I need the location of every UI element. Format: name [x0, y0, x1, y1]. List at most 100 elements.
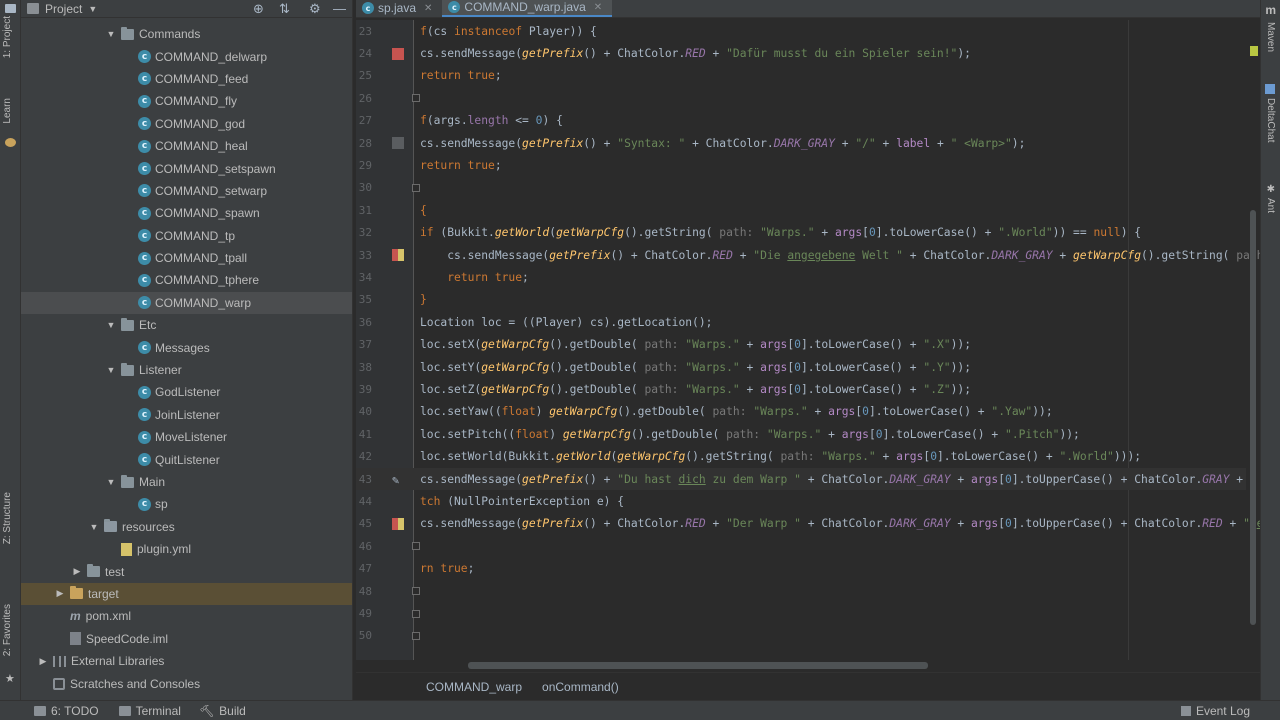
- fold-marker-icon[interactable]: [412, 94, 420, 103]
- code-line[interactable]: 33 cs.sendMessage(getPrefix() + ChatColo…: [356, 244, 1260, 266]
- ant-tool-tab[interactable]: Ant: [1265, 198, 1276, 213]
- inspection-ok-icon[interactable]: [1250, 46, 1258, 56]
- override-icon[interactable]: [392, 137, 404, 150]
- code-line[interactable]: 45 cs.sendMessage(getPrefix() + ChatColor…: [356, 513, 1260, 535]
- event-log[interactable]: Event Log: [1180, 704, 1250, 718]
- tree-item[interactable]: c Messages: [21, 336, 352, 358]
- fold-marker-icon[interactable]: [412, 183, 420, 192]
- tree-item[interactable]: ▼ Etc: [21, 314, 352, 336]
- chevron-down-icon[interactable]: ▼: [88, 4, 97, 14]
- tree-item[interactable]: c COMMAND_feed: [21, 68, 352, 90]
- todo-tool[interactable]: 6: TODO: [34, 704, 99, 718]
- code-line[interactable]: 23 f(cs instanceof Player)) {: [356, 20, 1246, 42]
- code-line[interactable]: 24 cs.sendMessage(getPrefix() + ChatColor…: [356, 42, 1246, 64]
- tree-item[interactable]: ▶ target: [21, 582, 352, 606]
- code-line[interactable]: 41 loc.setPitch((float) getWarpCfg().getD…: [356, 423, 1246, 445]
- tree-item[interactable]: c GodListener: [21, 381, 352, 403]
- intention-icon[interactable]: [392, 517, 404, 530]
- chevron-down-icon[interactable]: ▼: [105, 320, 117, 330]
- collapse-icon[interactable]: ⇅: [279, 1, 290, 17]
- tree-item[interactable]: c COMMAND_delwarp: [21, 45, 352, 67]
- tree-item[interactable]: ▼ Listener: [21, 359, 352, 381]
- intention-icon[interactable]: [392, 249, 404, 262]
- code-line[interactable]: 31 {: [356, 199, 1246, 221]
- code-line[interactable]: 36 Location loc = ((Player) cs).getLocati…: [356, 311, 1246, 333]
- tree-item[interactable]: c COMMAND_warp: [21, 291, 352, 315]
- chevron-right-icon[interactable]: ▶: [54, 588, 66, 599]
- code-line[interactable]: 48: [356, 580, 1246, 602]
- code-line[interactable]: 30: [356, 177, 1246, 199]
- code-area[interactable]: 23 f(cs instanceof Player)) {24 cs.sendMes…: [356, 20, 1260, 660]
- tab-command-warp-java[interactable]: c COMMAND_warp.java ✕: [442, 0, 613, 17]
- code-line[interactable]: 28 cs.sendMessage(getPrefix() + "Syntax: …: [356, 132, 1246, 154]
- tree-item[interactable]: SpeedCode.iml: [21, 628, 352, 650]
- chevron-right-icon[interactable]: ▶: [37, 656, 49, 667]
- breadcrumb-class[interactable]: COMMAND_warp: [426, 680, 522, 694]
- chevron-down-icon[interactable]: ▼: [105, 365, 117, 375]
- code-line[interactable]: 37 loc.setX(getWarpCfg().getDouble( path:…: [356, 334, 1246, 356]
- gear-icon[interactable]: ⚙: [309, 1, 321, 17]
- code-line[interactable]: 25 return true;: [356, 65, 1246, 87]
- tree-item[interactable]: m pom.xml: [21, 605, 352, 627]
- code-line[interactable]: 32 if (Bukkit.getWorld(getWarpCfg().getSt…: [356, 222, 1246, 244]
- tree-item[interactable]: c COMMAND_tp: [21, 225, 352, 247]
- tree-item[interactable]: c COMMAND_setspawn: [21, 157, 352, 179]
- tree-item[interactable]: c JoinListener: [21, 404, 352, 426]
- code-line[interactable]: 40 loc.setYaw((float) getWarpCfg().getDou…: [356, 401, 1246, 423]
- fold-marker-icon[interactable]: [412, 587, 420, 596]
- close-icon[interactable]: ✕: [594, 2, 602, 13]
- hide-icon[interactable]: —: [333, 1, 346, 16]
- tree-item[interactable]: c sp: [21, 493, 352, 515]
- code-line[interactable]: 38 loc.setY(getWarpCfg().getDouble( path:…: [356, 356, 1246, 378]
- chevron-down-icon[interactable]: ▼: [88, 522, 100, 532]
- fold-marker-icon[interactable]: [412, 609, 420, 618]
- tree-item[interactable]: ▼ resources: [21, 516, 352, 538]
- code-line[interactable]: 47 rn true;: [356, 558, 1246, 580]
- project-tool-tab[interactable]: 1: Project: [2, 16, 13, 58]
- favorites-tool-tab[interactable]: 2: Favorites: [2, 604, 13, 656]
- vertical-scrollbar[interactable]: [1250, 210, 1256, 625]
- terminal-tool[interactable]: Terminal: [118, 704, 181, 718]
- breadcrumb-method[interactable]: onCommand(): [542, 680, 619, 694]
- deltachat-tool-tab[interactable]: DeltaChat: [1265, 98, 1276, 142]
- code-line[interactable]: 39 loc.setZ(getWarpCfg().getDouble( path:…: [356, 378, 1246, 400]
- tree-item[interactable]: Scratches and Consoles: [21, 672, 352, 694]
- code-line[interactable]: 34 return true;: [356, 266, 1246, 288]
- maven-tool-tab[interactable]: Maven: [1265, 22, 1276, 52]
- locate-icon[interactable]: ⊕: [253, 1, 264, 17]
- tree-item[interactable]: ▼ Commands: [21, 23, 352, 45]
- chevron-down-icon[interactable]: ▼: [105, 477, 117, 487]
- breakpoint-icon[interactable]: [392, 47, 404, 60]
- tree-item[interactable]: c COMMAND_tpall: [21, 247, 352, 269]
- tree-item[interactable]: c COMMAND_fly: [21, 90, 352, 112]
- code-line[interactable]: 26: [356, 87, 1246, 109]
- learn-tool-tab[interactable]: Learn: [2, 98, 13, 124]
- tree-item[interactable]: c COMMAND_setwarp: [21, 180, 352, 202]
- pencil-icon[interactable]: ✎: [392, 473, 406, 487]
- tree-item[interactable]: c COMMAND_spawn: [21, 202, 352, 224]
- structure-tool-tab[interactable]: Z: Structure: [2, 492, 13, 544]
- close-icon[interactable]: ✕: [424, 3, 432, 14]
- tree-item[interactable]: plugin.yml: [21, 538, 352, 560]
- chevron-down-icon[interactable]: ▼: [105, 29, 117, 39]
- code-line[interactable]: 35}: [356, 289, 1246, 311]
- horizontal-scrollbar[interactable]: [468, 662, 928, 669]
- tree-item[interactable]: ▼ Main: [21, 471, 352, 493]
- project-panel-title[interactable]: Project: [45, 2, 82, 16]
- code-line[interactable]: 42 loc.setWorld(Bukkit.getWorld(getWarpCf…: [356, 446, 1246, 468]
- tree-item[interactable]: ▶ External Libraries: [21, 650, 352, 672]
- fold-marker-icon[interactable]: [412, 631, 420, 640]
- build-tool[interactable]: 🔨︎ Build: [199, 704, 246, 718]
- tree-item[interactable]: c MoveListener: [21, 426, 352, 448]
- code-line[interactable]: 27 f(args.length <= 0) {: [356, 110, 1246, 132]
- code-line[interactable]: 49: [356, 602, 1246, 624]
- tree-item[interactable]: c COMMAND_heal: [21, 135, 352, 157]
- code-line[interactable]: 50: [356, 625, 1246, 647]
- tree-item[interactable]: c COMMAND_tphere: [21, 269, 352, 291]
- tree-item[interactable]: c COMMAND_god: [21, 113, 352, 135]
- code-line[interactable]: 44 tch (NullPointerException e) {: [356, 490, 1246, 512]
- fold-marker-icon[interactable]: [412, 542, 420, 551]
- tree-item[interactable]: ▶ test: [21, 560, 352, 582]
- tree-item[interactable]: c QuitListener: [21, 448, 352, 470]
- code-line[interactable]: 46: [356, 535, 1246, 557]
